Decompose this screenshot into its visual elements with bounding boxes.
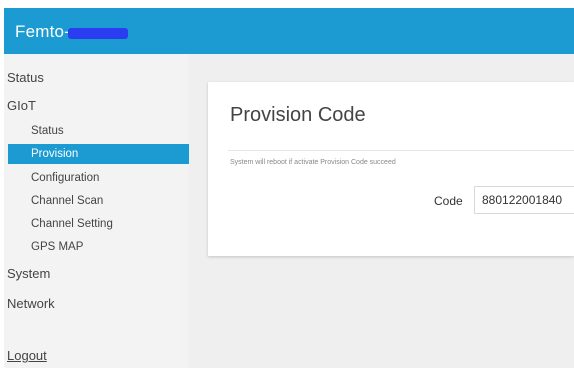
sidebar-subitem-channel-setting[interactable]: Channel Setting	[8, 214, 189, 234]
code-label: Code	[434, 194, 463, 208]
provision-code-card: Provision Code System will reboot if act…	[208, 82, 574, 256]
sidebar: Status GIoT Status Provision Configurati…	[4, 54, 189, 368]
sidebar-subitem-provision[interactable]: Provision	[8, 144, 189, 164]
sidebar-item-giot[interactable]: GIoT	[7, 98, 36, 113]
sidebar-subitem-status[interactable]: Status	[8, 121, 189, 141]
sidebar-subitem-configuration[interactable]: Configuration	[8, 168, 189, 188]
sidebar-item-system[interactable]: System	[7, 266, 50, 281]
sidebar-item-network[interactable]: Network	[7, 296, 55, 311]
brand-title: Femto-	[15, 22, 71, 41]
logout-link[interactable]: Logout	[7, 348, 47, 363]
redacted-brand-mark	[68, 28, 128, 39]
sidebar-item-status[interactable]: Status	[7, 70, 44, 85]
code-input[interactable]	[474, 186, 574, 214]
sidebar-subitem-gps-map[interactable]: GPS MAP	[8, 237, 189, 257]
title-divider	[228, 150, 574, 151]
top-header-bar: Femto-	[4, 8, 574, 54]
sidebar-subitem-channel-scan[interactable]: Channel Scan	[8, 191, 189, 211]
reboot-hint-text: System will reboot if activate Provision…	[230, 159, 396, 166]
page-title: Provision Code	[230, 104, 366, 126]
